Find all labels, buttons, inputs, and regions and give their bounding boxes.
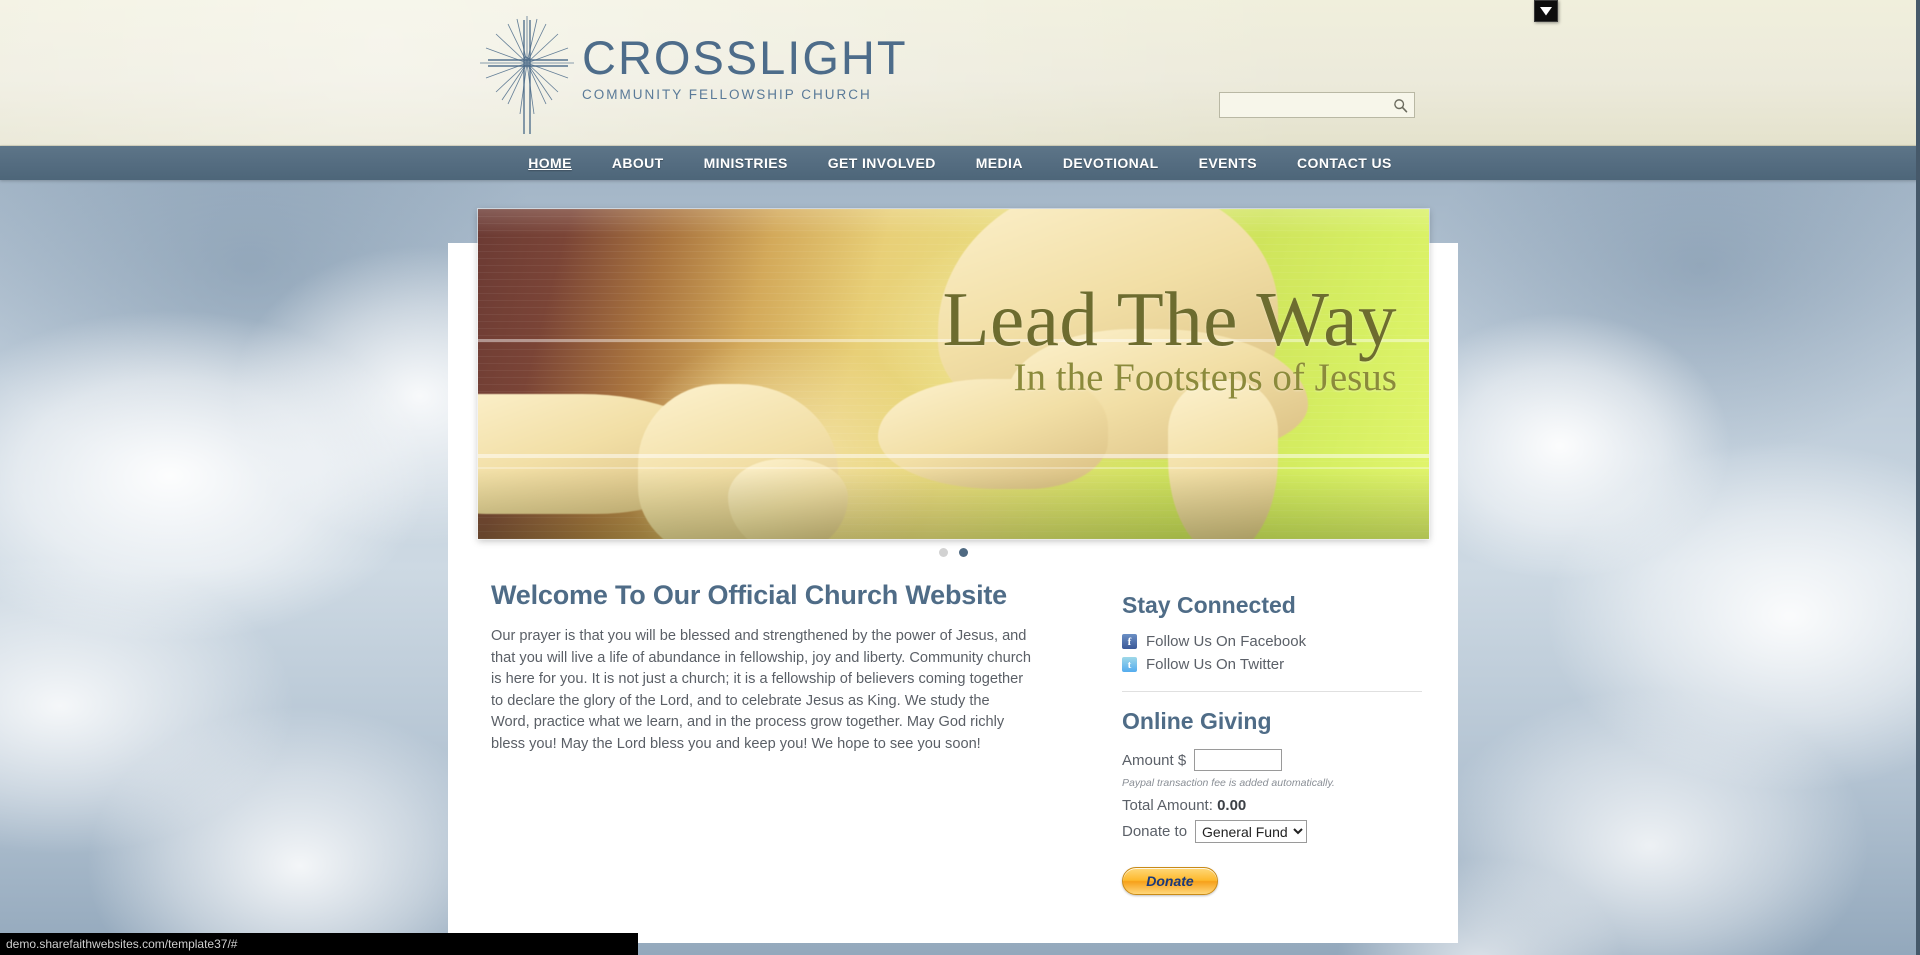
twitter-icon: t bbox=[1122, 657, 1137, 672]
sidebar: Stay Connected f Follow Us On Facebook t Fo… bbox=[1122, 592, 1422, 895]
stay-connected-title: Stay Connected bbox=[1122, 592, 1296, 618]
welcome-paragraph: Our prayer is that you will be blessed a… bbox=[491, 628, 1031, 752]
main-navigation: HOME ABOUT MINISTRIES GET INVOLVED MEDIA DEVO… bbox=[0, 146, 1920, 180]
nav-item-ministries[interactable]: MINISTRIES bbox=[684, 155, 808, 171]
nav-item-events[interactable]: EVENTS bbox=[1179, 155, 1277, 171]
nav-item-get-involved[interactable]: GET INVOLVED bbox=[808, 155, 956, 171]
scrollbar-edge[interactable] bbox=[1916, 0, 1920, 955]
donate-to-row: Donate to General Fund bbox=[1122, 820, 1422, 843]
nav-item-list: HOME ABOUT MINISTRIES GET INVOLVED MEDIA DEVO… bbox=[508, 155, 1412, 171]
hero-slider[interactable]: Lead The Way In the Footsteps of Jesus bbox=[478, 209, 1429, 539]
logo-tagline: COMMUNITY FELLOWSHIP CHURCH bbox=[582, 87, 872, 102]
search-box[interactable] bbox=[1219, 92, 1415, 118]
sidebar-divider bbox=[1122, 691, 1422, 692]
nav-item-media[interactable]: MEDIA bbox=[956, 155, 1043, 171]
social-link-list: f Follow Us On Facebook t Follow Us On Twit… bbox=[1122, 633, 1422, 673]
hero-caption: Lead The Way In the Footsteps of Jesus bbox=[942, 276, 1397, 400]
site-header: CROSSLIGHT COMMUNITY FELLOWSHIP CHURCH bbox=[0, 0, 1920, 146]
facebook-icon: f bbox=[1122, 634, 1137, 649]
amount-row: Amount $ bbox=[1122, 749, 1422, 771]
donate-to-label: Donate to bbox=[1122, 823, 1188, 840]
amount-label: Amount $ bbox=[1122, 751, 1187, 769]
hero-title: Lead The Way bbox=[942, 276, 1397, 362]
total-amount-label: Total Amount: bbox=[1122, 797, 1213, 814]
status-bar: demo.sharefaithwebsites.com/template37/# bbox=[0, 933, 638, 955]
search-input[interactable] bbox=[1220, 93, 1387, 117]
paypal-fee-note: Paypal transaction fee is added automati… bbox=[1122, 777, 1335, 789]
total-amount-row: Total Amount: 0.00 bbox=[1122, 797, 1422, 814]
nav-item-home[interactable]: HOME bbox=[508, 155, 592, 171]
page-title: Welcome To Our Official Church Website bbox=[491, 580, 1007, 610]
slider-dot-1[interactable] bbox=[938, 548, 948, 557]
radiant-cross-icon bbox=[480, 16, 574, 134]
site-logo[interactable]: CROSSLIGHT COMMUNITY FELLOWSHIP CHURCH bbox=[472, 12, 906, 137]
amount-input[interactable] bbox=[1194, 749, 1283, 771]
slider-dot-2[interactable] bbox=[958, 548, 968, 557]
search-button[interactable] bbox=[1387, 93, 1414, 117]
chevron-down-icon bbox=[1540, 7, 1552, 16]
social-link[interactable]: f Follow Us On Facebook bbox=[1122, 633, 1422, 650]
social-link-label: Follow Us On Twitter bbox=[1146, 656, 1285, 673]
nav-item-contact-us[interactable]: CONTACT US bbox=[1277, 155, 1412, 171]
welcome-section: Welcome To Our Official Church Website O… bbox=[491, 580, 1031, 755]
social-link-label: Follow Us On Facebook bbox=[1146, 633, 1307, 650]
scroll-down-button[interactable] bbox=[1534, 0, 1558, 22]
total-amount-value: 0.00 bbox=[1217, 797, 1247, 814]
online-giving-title: Online Giving bbox=[1122, 708, 1272, 734]
nav-item-devotional[interactable]: DEVOTIONAL bbox=[1043, 155, 1179, 171]
social-link[interactable]: t Follow Us On Twitter bbox=[1122, 656, 1422, 673]
donate-button[interactable]: Donate bbox=[1122, 867, 1218, 895]
search-icon bbox=[1394, 98, 1408, 112]
slider-pagination bbox=[448, 548, 1458, 557]
fund-select[interactable]: General Fund bbox=[1195, 820, 1308, 843]
nav-item-about[interactable]: ABOUT bbox=[592, 155, 684, 171]
logo-wordmark: CROSSLIGHT bbox=[582, 31, 908, 84]
